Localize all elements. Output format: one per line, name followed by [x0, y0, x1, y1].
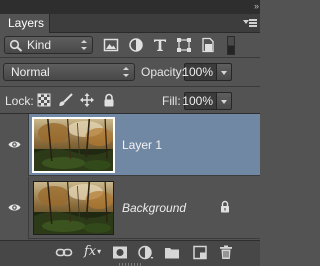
link-layers-icon[interactable]	[55, 245, 73, 260]
lock-transparent-pixels-icon[interactable]	[37, 93, 51, 107]
lock-all-icon[interactable]	[102, 93, 116, 107]
layer-row[interactable]: Background	[0, 177, 260, 239]
eye-icon	[8, 141, 21, 148]
chevron-updown-icon	[123, 67, 129, 77]
layer-name[interactable]: Layer 1	[122, 138, 162, 152]
layer-name[interactable]: Background	[122, 201, 186, 215]
layer-thumbnail[interactable]	[33, 181, 114, 235]
opacity-slider-button[interactable]	[217, 63, 232, 81]
blend-mode-value: Normal	[11, 65, 50, 79]
trash-icon[interactable]	[218, 245, 234, 260]
fill-input[interactable]: 100%	[182, 92, 217, 110]
forest-thumbnail-image	[34, 119, 113, 171]
opacity-input[interactable]: 100%	[182, 63, 217, 81]
lock-image-pixels-icon[interactable]	[57, 93, 73, 107]
layers-bottom-toolbar: fx▾	[0, 240, 260, 266]
lock-icon	[221, 200, 229, 213]
smart-object-filter-icon[interactable]	[200, 37, 216, 53]
shape-filter-icon[interactable]	[176, 37, 192, 53]
pixel-filter-icon[interactable]	[103, 37, 119, 53]
opacity-value: 100%	[182, 65, 213, 79]
fx-label: fx	[84, 244, 97, 259]
fill-value: 100%	[182, 94, 213, 108]
blend-mode-select[interactable]: Normal	[3, 63, 135, 81]
opacity-label: Opacity:	[141, 65, 186, 79]
search-icon	[9, 39, 23, 52]
tab-layers[interactable]: Layers	[0, 14, 50, 33]
panel-menu-icon[interactable]	[243, 17, 257, 29]
add-mask-icon[interactable]	[112, 245, 128, 260]
tab-layers-label: Layers	[8, 16, 45, 30]
type-filter-icon[interactable]	[152, 37, 168, 53]
adjustment-layer-icon[interactable]	[138, 245, 154, 260]
lock-row: Lock: Fill: 100%	[0, 87, 260, 113]
visibility-toggle[interactable]	[0, 177, 29, 239]
chevron-updown-icon	[81, 40, 87, 50]
fx-icon[interactable]: fx▾	[84, 244, 106, 259]
filter-kind-select[interactable]: Kind	[4, 36, 93, 54]
panel-title-strip[interactable]: »	[0, 0, 260, 14]
filter-kind-label: Kind	[27, 38, 52, 52]
forest-thumbnail-image	[34, 182, 113, 234]
new-group-icon[interactable]	[164, 245, 180, 260]
blend-row: Normal Opacity: 100%	[0, 58, 260, 86]
new-layer-icon[interactable]	[192, 245, 208, 260]
panel-tab-row: Layers	[0, 14, 260, 33]
eye-icon	[8, 204, 21, 211]
collapse-panel-icon[interactable]: »	[254, 1, 259, 11]
adjustment-filter-icon[interactable]	[128, 37, 144, 53]
visibility-toggle[interactable]	[0, 114, 29, 176]
layer-list[interactable]: Layer 1 Background	[0, 114, 260, 240]
fill-slider-button[interactable]	[217, 92, 232, 110]
layer-row[interactable]: Layer 1	[0, 114, 260, 176]
lock-position-icon[interactable]	[80, 93, 94, 107]
filter-toggle-icon[interactable]	[227, 36, 235, 55]
fill-label: Fill:	[162, 94, 181, 108]
layer-thumbnail[interactable]	[32, 117, 115, 173]
filter-row: Kind	[0, 33, 260, 57]
lock-label: Lock:	[5, 94, 34, 108]
